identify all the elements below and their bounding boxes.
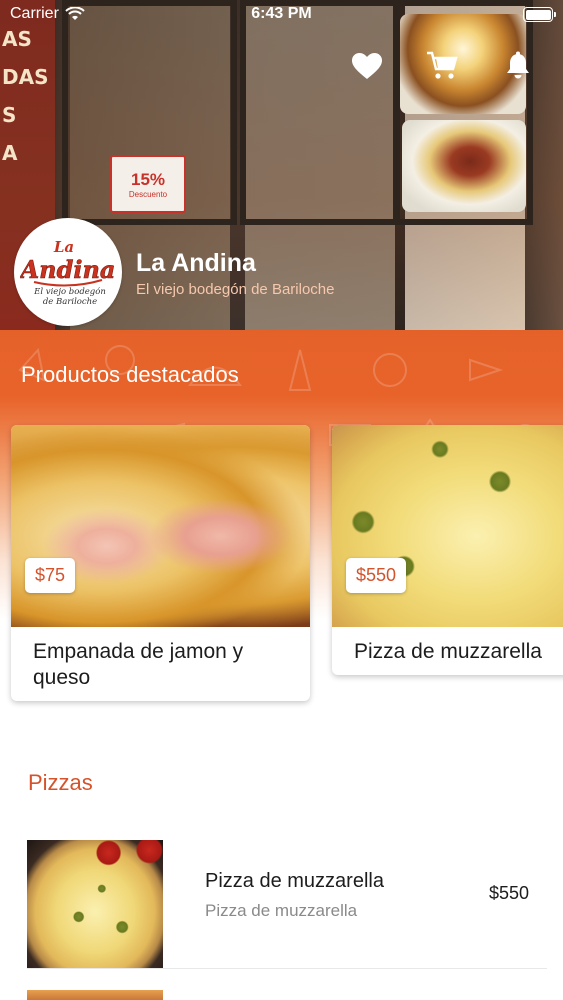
cart-icon [427,51,458,79]
product-name: Pizza de muzzarella [354,640,542,663]
bell-icon [507,51,529,79]
product-name: Pizza de muzzarella [205,870,384,892]
logo-mark: La Andina El viejo bodegón de Bariloche [20,238,116,307]
product-list-item[interactable]: Pizza de muzzarella Pizza de muzzarella … [27,840,547,968]
svg-text:El viejo bodegón: El viejo bodegón [33,286,106,297]
battery-icon [523,7,556,22]
favorites-button[interactable] [349,48,385,84]
notifications-button[interactable] [500,48,536,84]
featured-product-card[interactable]: $75 Empanada de jamon y queso [11,425,310,701]
product-image [332,425,563,627]
window-food-image [402,120,526,212]
list-divider [27,968,547,969]
product-thumbnail [27,840,163,968]
cart-button[interactable] [424,48,460,84]
heart-icon [352,52,382,79]
status-time: 6:43 PM [251,5,312,22]
price-tag: $75 [25,558,76,593]
product-name: Empanada de jamon y queso [33,640,244,689]
svg-text:La: La [53,238,74,256]
discount-sign: 15% Descuento [110,155,186,213]
product-list-item[interactable] [27,990,547,1000]
restaurant-tagline: El viejo bodegón de Bariloche [136,281,335,298]
window-frame [240,0,400,225]
product-image [11,425,310,627]
featured-product-card[interactable]: $550 Pizza de muzzarella [332,425,563,675]
featured-section-title: Productos destacados [21,362,239,387]
restaurant-logo: La Andina El viejo bodegón de Bariloche [14,218,122,326]
product-thumbnail [27,990,163,1000]
product-price: $550 [488,883,529,903]
product-description: Pizza de muzzarella [205,901,358,920]
status-bar: Carrier 6:43 PM [0,0,563,30]
price-tag: $550 [346,558,407,593]
svg-text:de Bariloche: de Bariloche [43,297,97,307]
category-title: Pizzas [28,770,93,795]
restaurant-name: La Andina [136,249,256,277]
storefront-sign-text: AS DAS S A [2,27,49,165]
